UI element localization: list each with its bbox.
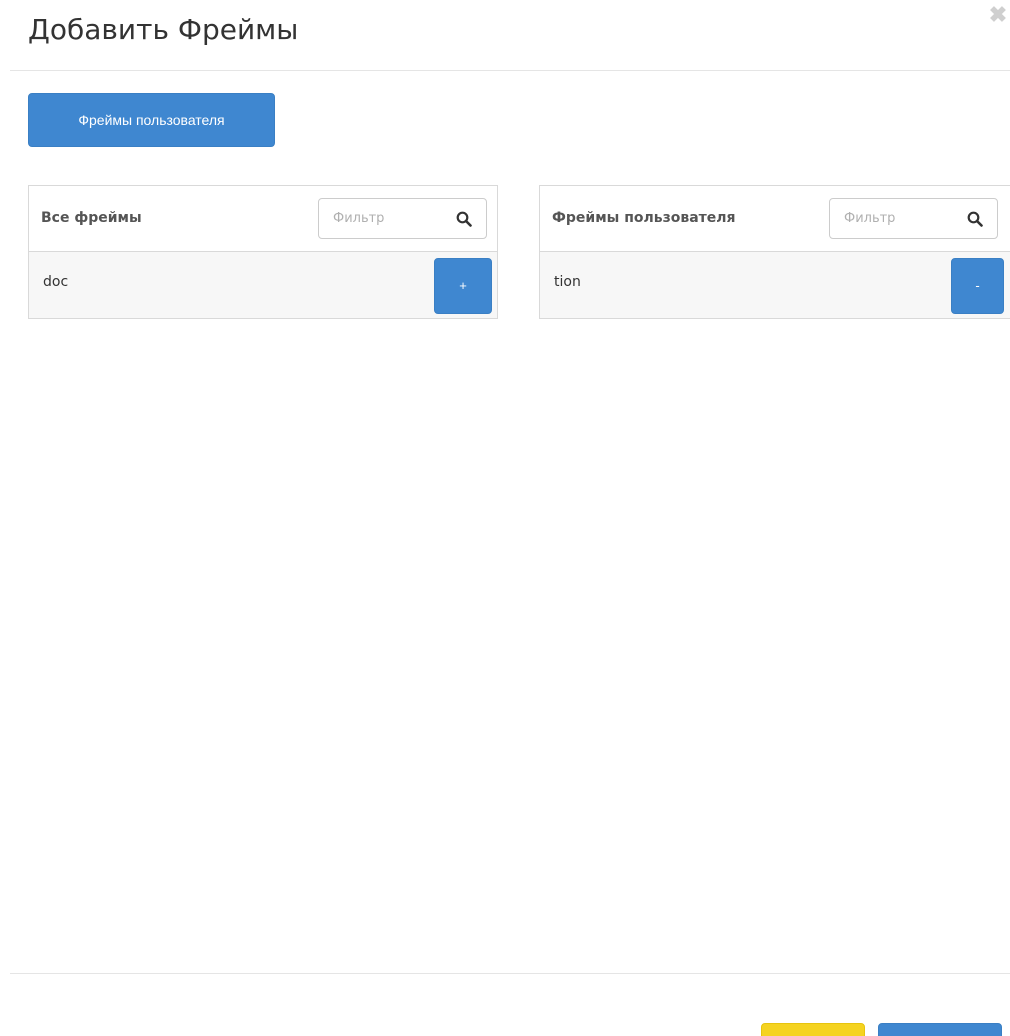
add-frame-button[interactable]: + [434, 258, 492, 314]
user-frames-panel-header: Фреймы пользователя [540, 186, 1010, 252]
user-frames-tab-button[interactable]: Фреймы пользователя [28, 93, 275, 147]
user-frames-filter-input[interactable] [830, 199, 960, 238]
all-frames-panel: Все фреймы doc + [28, 185, 498, 319]
search-icon[interactable] [967, 211, 983, 227]
remove-frame-button[interactable]: - [951, 258, 1004, 314]
user-frames-filter [829, 198, 998, 239]
all-frames-panel-header: Все фреймы [29, 186, 497, 252]
dialog-footer: Отмена Сохранить [10, 973, 1010, 1036]
add-frames-dialog: Добавить Фреймы ✖ Фреймы пользователя Вс… [0, 0, 1010, 1036]
user-frames-title: Фреймы пользователя [552, 210, 736, 226]
close-icon[interactable]: ✖ [986, 2, 1010, 28]
search-icon[interactable] [456, 211, 472, 227]
dialog-header: Добавить Фреймы ✖ [10, 0, 1010, 71]
all-frames-filter-input[interactable] [319, 199, 449, 238]
all-frames-title: Все фреймы [41, 210, 142, 226]
dialog-title: Добавить Фреймы [28, 13, 299, 46]
save-button[interactable]: Сохранить [878, 1023, 1002, 1036]
cancel-button[interactable]: Отмена [761, 1023, 865, 1036]
list-item: doc + [29, 252, 497, 318]
all-frames-filter [318, 198, 487, 239]
list-item-label: doc [43, 274, 69, 290]
list-item: tion - [540, 252, 1010, 318]
list-item-label: tion [554, 274, 581, 290]
user-frames-panel: Фреймы пользователя tion - [539, 185, 1010, 319]
